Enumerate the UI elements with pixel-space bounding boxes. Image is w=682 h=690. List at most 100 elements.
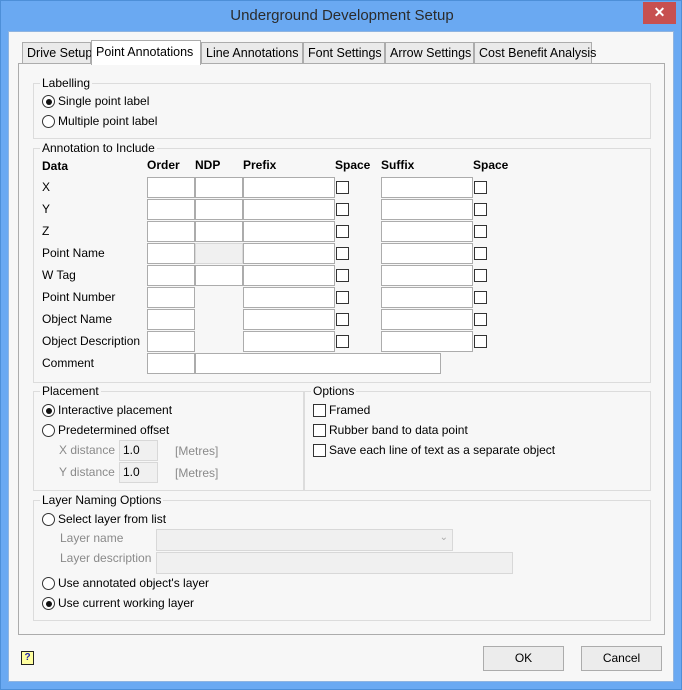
ok-button[interactable]: OK	[483, 646, 564, 671]
y-distance-unit: [Metres]	[175, 466, 219, 480]
order-input[interactable]	[147, 243, 195, 264]
row-label: Comment	[42, 356, 95, 370]
suffix-input[interactable]	[381, 177, 473, 198]
suffix-input[interactable]	[381, 265, 473, 286]
current-layer-radio[interactable]	[42, 597, 55, 610]
header-suffix-space: Space	[473, 158, 509, 172]
prefix-space-checkbox[interactable]	[336, 181, 349, 194]
header-data: Data	[42, 159, 69, 173]
prefix-space-checkbox[interactable]	[336, 247, 349, 260]
order-input[interactable]	[147, 177, 195, 198]
predetermined-offset-radio[interactable]	[42, 424, 55, 437]
suffix-input[interactable]	[381, 331, 473, 352]
order-input[interactable]	[147, 221, 195, 242]
comment-input[interactable]	[195, 353, 441, 374]
options-title: Options	[311, 384, 357, 398]
x-distance-label: X distance	[59, 443, 116, 457]
row-label: Z	[42, 224, 50, 238]
suffix-space-checkbox[interactable]	[474, 247, 487, 260]
interactive-placement-radio[interactable]	[42, 404, 55, 417]
row-label: Object Description	[42, 334, 141, 348]
prefix-space-checkbox[interactable]	[336, 225, 349, 238]
prefix-input[interactable]	[243, 287, 335, 308]
prefix-input[interactable]	[243, 199, 335, 220]
suffix-space-checkbox[interactable]	[474, 181, 487, 194]
annotation-title: Annotation to Include	[40, 141, 157, 155]
suffix-space-checkbox[interactable]	[474, 225, 487, 238]
window-title: Underground Development Setup	[230, 7, 454, 24]
ndp-input[interactable]	[195, 265, 243, 286]
suffix-input[interactable]	[381, 243, 473, 264]
layer-description-input[interactable]	[156, 552, 513, 574]
suffix-space-checkbox[interactable]	[474, 335, 487, 348]
order-input[interactable]	[147, 265, 195, 286]
prefix-input[interactable]	[243, 331, 335, 352]
tab-line-annotations[interactable]: Line Annotations	[201, 42, 303, 64]
save-each-line-checkbox[interactable]	[313, 444, 326, 457]
single-point-label: Single point label	[58, 94, 150, 108]
ndp-input-disabled	[195, 243, 243, 264]
multiple-point-label-radio[interactable]	[42, 115, 55, 128]
tab-cost-benefit-analysis[interactable]: Cost Benefit Analysis	[474, 42, 596, 64]
prefix-input[interactable]	[243, 243, 335, 264]
row-label: Point Name	[42, 246, 105, 260]
ndp-input[interactable]	[195, 177, 243, 198]
prefix-space-checkbox[interactable]	[336, 203, 349, 216]
annotated-layer-radio[interactable]	[42, 577, 55, 590]
labelling-title: Labelling	[40, 76, 93, 90]
suffix-space-checkbox[interactable]	[474, 269, 487, 282]
order-input[interactable]	[147, 331, 195, 352]
current-layer-label: Use current working layer	[58, 596, 195, 610]
order-input[interactable]	[147, 309, 195, 330]
tab-arrow-settings[interactable]: Arrow Settings	[385, 42, 474, 64]
header-prefix-space: Space	[335, 158, 371, 172]
help-icon[interactable]: ?	[21, 651, 34, 665]
order-input[interactable]	[147, 353, 195, 374]
select-layer-label: Select layer from list	[58, 512, 167, 526]
rubber-band-checkbox[interactable]	[313, 424, 326, 437]
annotated-layer-label: Use annotated object's layer	[58, 576, 210, 590]
tab-point-annotations[interactable]: Point Annotations	[91, 40, 201, 65]
layer-name-label: Layer name	[60, 531, 124, 545]
tab-drive-setup[interactable]: Drive Setup	[22, 42, 92, 64]
suffix-input[interactable]	[381, 199, 473, 220]
prefix-space-checkbox[interactable]	[336, 335, 349, 348]
single-point-label-radio[interactable]	[42, 95, 55, 108]
order-input[interactable]	[147, 287, 195, 308]
layer-name-dropdown[interactable]: ⌄	[156, 529, 453, 551]
prefix-input[interactable]	[243, 177, 335, 198]
framed-checkbox[interactable]	[313, 404, 326, 417]
row-label: X	[42, 180, 51, 194]
row-label: Y	[42, 202, 51, 216]
placement-title: Placement	[40, 384, 101, 398]
row-label: W Tag	[42, 268, 76, 282]
suffix-input[interactable]	[381, 221, 473, 242]
ndp-input[interactable]	[195, 221, 243, 242]
rubber-band-label: Rubber band to data point	[329, 423, 468, 437]
cancel-button[interactable]: Cancel	[581, 646, 662, 671]
prefix-input[interactable]	[243, 221, 335, 242]
tab-font-settings[interactable]: Font Settings	[303, 42, 385, 64]
x-distance-unit: [Metres]	[175, 444, 219, 458]
chevron-down-icon: ⌄	[439, 532, 448, 543]
prefix-input[interactable]	[243, 309, 335, 330]
select-layer-radio[interactable]	[42, 513, 55, 526]
ndp-input[interactable]	[195, 199, 243, 220]
suffix-input[interactable]	[381, 287, 473, 308]
multiple-point-label: Multiple point label	[58, 114, 158, 128]
suffix-input[interactable]	[381, 309, 473, 330]
prefix-input[interactable]	[243, 265, 335, 286]
prefix-space-checkbox[interactable]	[336, 291, 349, 304]
y-distance-input[interactable]: 1.0	[119, 462, 158, 483]
order-input[interactable]	[147, 199, 195, 220]
layer-description-label: Layer description	[60, 551, 152, 565]
prefix-space-checkbox[interactable]	[336, 269, 349, 282]
suffix-space-checkbox[interactable]	[474, 291, 487, 304]
suffix-space-checkbox[interactable]	[474, 203, 487, 216]
x-distance-input[interactable]: 1.0	[119, 440, 158, 461]
interactive-placement-label: Interactive placement	[58, 403, 173, 417]
close-button[interactable]: ✕	[643, 2, 676, 24]
y-distance-label: Y distance	[59, 465, 115, 479]
prefix-space-checkbox[interactable]	[336, 313, 349, 326]
suffix-space-checkbox[interactable]	[474, 313, 487, 326]
